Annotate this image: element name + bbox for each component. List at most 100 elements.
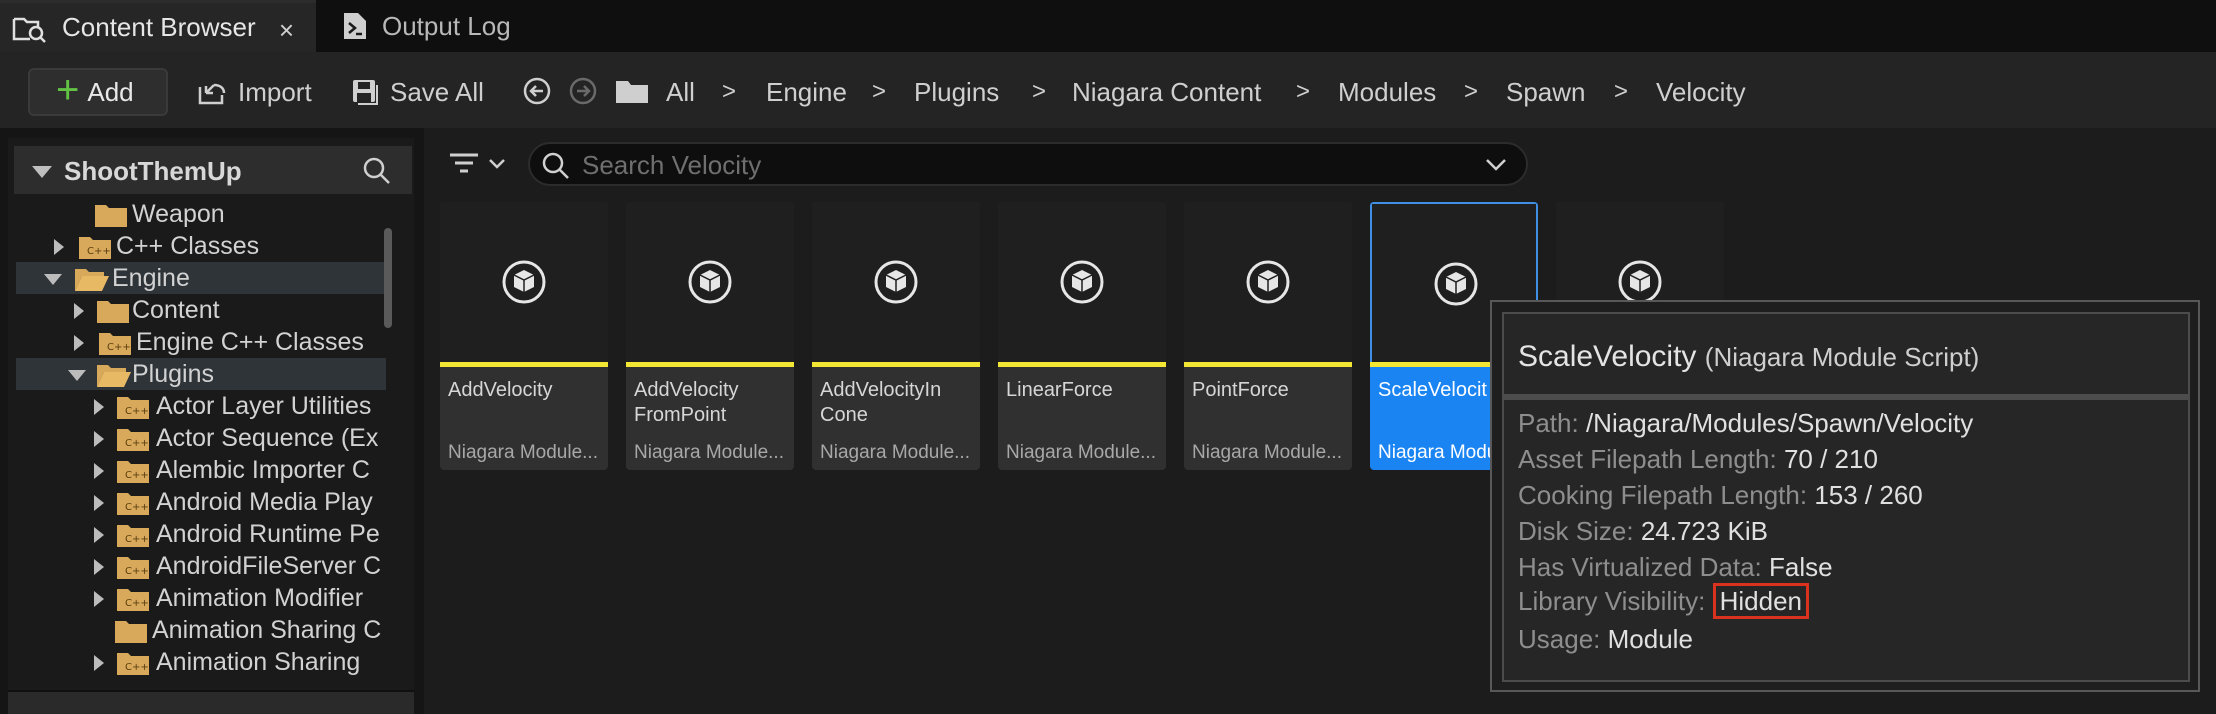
tree-item-plugin[interactable]: C++ Animation Modifier xyxy=(16,582,386,614)
cpp-folder-icon: C++ xyxy=(79,237,111,259)
asset-thumbnail xyxy=(998,202,1166,362)
expand-arrow-icon[interactable] xyxy=(94,495,104,511)
breadcrumb-modules[interactable]: Modules xyxy=(1338,74,1436,110)
chevron-down-icon[interactable] xyxy=(1484,154,1508,174)
search-input[interactable] xyxy=(582,150,1462,180)
tree-item-plugins[interactable]: Plugins xyxy=(16,358,386,390)
asset-tile[interactable]: AddVelocityIn Cone Niagara Module... xyxy=(812,202,980,470)
tree-item-engine-cpp-classes[interactable]: C++ Engine C++ Classes xyxy=(16,326,386,358)
breadcrumb-separator[interactable]: > xyxy=(722,74,736,110)
add-button[interactable]: + Add xyxy=(28,68,168,116)
tooltip-frame: ScaleVelocity (Niagara Module Script) Pa… xyxy=(1502,312,2190,682)
breadcrumb-velocity[interactable]: Velocity xyxy=(1656,74,1746,110)
add-label: Add xyxy=(87,76,134,107)
collections-header[interactable] xyxy=(8,690,414,714)
asset-type-stripe xyxy=(1184,362,1352,367)
expand-arrow-icon[interactable] xyxy=(94,399,104,415)
tooltip-row-disk-size: Disk Size: 24.723 KiB xyxy=(1518,516,1769,546)
breadcrumb-plugins[interactable]: Plugins xyxy=(914,74,999,110)
tree-item-cpp-classes[interactable]: C++ C++ Classes xyxy=(16,230,386,262)
module-script-icon xyxy=(874,260,918,304)
asset-tile[interactable]: PointForce Niagara Module... xyxy=(1184,202,1352,470)
module-script-icon xyxy=(1060,260,1104,304)
svg-text:C++: C++ xyxy=(125,406,149,417)
breadcrumb-spawn[interactable]: Spawn xyxy=(1506,74,1586,110)
import-label: Import xyxy=(238,76,312,107)
asset-type-stripe xyxy=(998,362,1166,367)
expand-arrow-icon[interactable] xyxy=(94,527,104,543)
tree-item-plugin[interactable]: C++ Actor Layer Utilities xyxy=(16,390,386,422)
tree-item-plugin[interactable]: C++ Animation Sharing xyxy=(16,646,386,678)
breadcrumb-separator[interactable]: > xyxy=(1464,74,1478,110)
collapse-arrow-icon[interactable] xyxy=(32,166,52,178)
tree-item-plugin[interactable]: C++ Alembic Importer C xyxy=(16,454,386,486)
folder-icon[interactable] xyxy=(614,76,650,106)
content-browser-icon xyxy=(12,17,46,43)
search-field[interactable] xyxy=(528,142,1528,186)
breadcrumb-separator[interactable]: > xyxy=(1296,74,1310,110)
asset-type: Niagara Module... xyxy=(448,442,598,463)
breadcrumb-separator[interactable]: > xyxy=(872,74,886,110)
expand-arrow-icon[interactable] xyxy=(74,335,84,351)
tab-label: Output Log xyxy=(382,10,511,41)
breadcrumb-all[interactable]: All xyxy=(666,74,695,110)
asset-tile[interactable]: AddVelocity Niagara Module... xyxy=(440,202,608,470)
folder-icon xyxy=(95,205,127,227)
expand-arrow-icon[interactable] xyxy=(94,591,104,607)
expand-arrow-icon[interactable] xyxy=(94,655,104,671)
tree-item-content[interactable]: Content xyxy=(16,294,386,326)
module-script-icon xyxy=(502,260,546,304)
svg-text:C++: C++ xyxy=(87,246,111,257)
save-all-button[interactable]: Save All xyxy=(350,74,484,110)
back-icon[interactable] xyxy=(522,76,552,106)
forward-icon[interactable] xyxy=(568,76,598,106)
cpp-folder-icon: C++ xyxy=(117,461,149,483)
asset-thumbnail xyxy=(440,202,608,362)
sources-panel: ShootThemUp Weapon C++ C++ Classes Engin… xyxy=(8,138,414,714)
tab-content-browser[interactable]: Content Browser × xyxy=(0,0,316,52)
close-icon[interactable]: × xyxy=(279,15,294,46)
breadcrumb-engine[interactable]: Engine xyxy=(766,74,847,110)
module-script-icon xyxy=(688,260,732,304)
tooltip-header: ScaleVelocity (Niagara Module Script) xyxy=(1504,314,2188,394)
expand-arrow-icon[interactable] xyxy=(94,463,104,479)
asset-tile[interactable]: LinearForce Niagara Module... xyxy=(998,202,1166,470)
collapse-arrow-icon[interactable] xyxy=(68,370,86,381)
breadcrumb-separator[interactable]: > xyxy=(1614,74,1628,110)
expand-arrow-icon[interactable] xyxy=(94,431,104,447)
tooltip-row-has-virtualized-data: Has Virtualized Data: False xyxy=(1518,552,1833,582)
plus-icon: + xyxy=(56,68,80,112)
tree-item-plugin[interactable]: C++ Android Runtime Pe xyxy=(16,518,386,550)
module-script-icon xyxy=(1434,262,1478,306)
asset-thumbnail xyxy=(626,202,794,362)
tree-item-weapon[interactable]: Weapon xyxy=(16,198,386,230)
asset-name: AddVelocityIn Cone xyxy=(820,379,942,426)
asset-name: PointForce xyxy=(1192,379,1289,401)
expand-arrow-icon[interactable] xyxy=(94,559,104,575)
expand-arrow-icon[interactable] xyxy=(74,303,84,319)
tree-item-plugin[interactable]: C++ AndroidFileServer C xyxy=(16,550,386,582)
collapse-arrow-icon[interactable] xyxy=(44,274,62,285)
search-icon xyxy=(542,152,569,179)
import-icon xyxy=(198,83,226,105)
tree-item-plugin[interactable]: C++ Actor Sequence (Ex xyxy=(16,422,386,454)
tab-output-log[interactable]: Output Log xyxy=(336,0,596,52)
tree-item-plugin[interactable]: C++ Android Media Play xyxy=(16,486,386,518)
svg-text:C++: C++ xyxy=(125,598,149,609)
tree-scrollbar[interactable] xyxy=(384,228,392,328)
tree-item-plugin[interactable]: Animation Sharing C xyxy=(16,614,386,646)
asset-tile[interactable]: AddVelocity FromPoint Niagara Module... xyxy=(626,202,794,470)
search-icon[interactable] xyxy=(362,156,392,186)
breadcrumb-niagara-content[interactable]: Niagara Content xyxy=(1072,74,1261,110)
breadcrumb-separator[interactable]: > xyxy=(1032,74,1046,110)
tab-bar: Content Browser × Output Log xyxy=(0,0,2216,52)
import-button[interactable]: Import xyxy=(196,74,312,110)
cpp-folder-icon: C++ xyxy=(117,397,149,419)
cpp-folder-icon: C++ xyxy=(117,589,149,611)
cpp-folder-icon: C++ xyxy=(117,557,149,579)
filter-icon[interactable] xyxy=(448,148,514,180)
tooltip-row-usage: Usage: Module xyxy=(1518,624,1693,654)
project-header[interactable]: ShootThemUp xyxy=(14,146,412,194)
expand-arrow-icon[interactable] xyxy=(54,239,64,255)
tree-item-engine[interactable]: Engine xyxy=(16,262,386,294)
